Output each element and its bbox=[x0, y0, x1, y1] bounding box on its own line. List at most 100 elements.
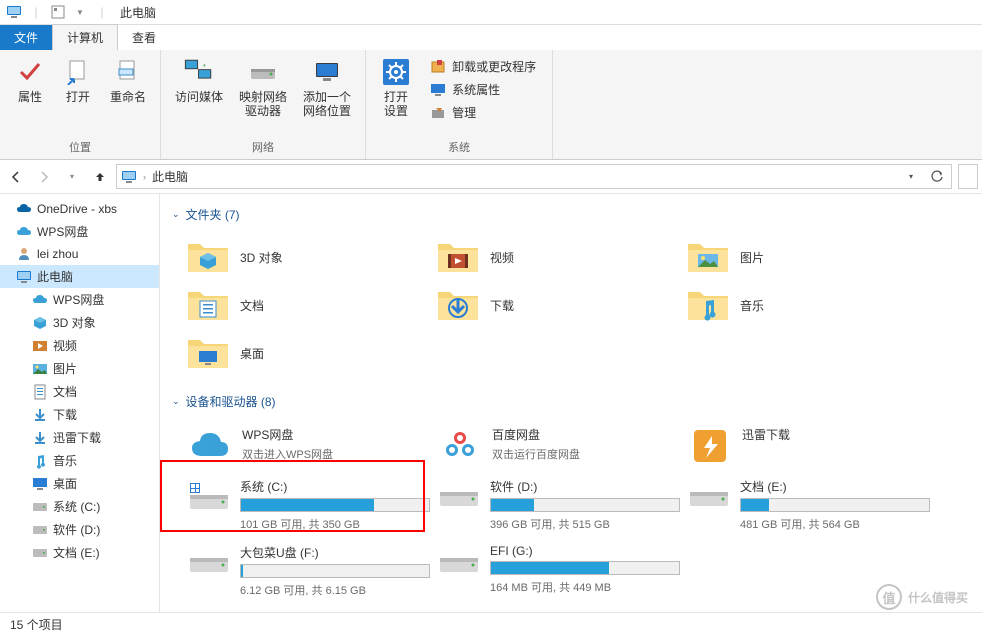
recent-dropdown[interactable]: ▾ bbox=[60, 165, 84, 189]
drive-icon bbox=[438, 478, 480, 518]
folder-desktop[interactable]: 桌面 bbox=[182, 329, 432, 377]
drive-f[interactable]: 大包菜U盘 (F:) 6.12 GB 可用, 共 6.15 GB bbox=[182, 538, 432, 604]
folder-music[interactable]: 音乐 bbox=[682, 281, 932, 329]
checkmark-icon bbox=[14, 56, 46, 88]
pc-icon bbox=[4, 2, 24, 22]
add-location-button[interactable]: 添加一个 网络位置 bbox=[297, 54, 357, 120]
status-bar: 15 个项目 bbox=[0, 612, 982, 636]
drive-icon bbox=[688, 478, 730, 518]
tree-sub-xunlei[interactable]: 迅雷下载 bbox=[0, 426, 159, 449]
tree-sub-wps[interactable]: WPS网盘 bbox=[0, 288, 159, 311]
chevron-down-icon: ⌄ bbox=[172, 209, 180, 220]
pc-icon bbox=[121, 169, 137, 185]
drive-wps[interactable]: WPS网盘双击进入WPS网盘 bbox=[182, 420, 432, 472]
tab-file[interactable]: 文件 bbox=[0, 25, 52, 50]
folder-icon bbox=[686, 237, 730, 277]
baidu-icon bbox=[438, 426, 482, 466]
folder-icon bbox=[186, 237, 230, 277]
folder-icon bbox=[436, 285, 480, 325]
tree-sub-videos[interactable]: 视频 bbox=[0, 334, 159, 357]
properties-button[interactable]: 属性 bbox=[8, 54, 52, 106]
tree-thispc[interactable]: 此电脑 bbox=[0, 265, 159, 288]
watermark-icon: 值 bbox=[876, 584, 902, 610]
tree-sub-c[interactable]: 系统 (C:) bbox=[0, 495, 159, 518]
chevron-down-icon: ⌄ bbox=[172, 396, 180, 407]
uninstall-icon bbox=[430, 59, 446, 75]
tree-sub-docs[interactable]: 文档 bbox=[0, 380, 159, 403]
back-button[interactable] bbox=[4, 165, 28, 189]
content-pane: ⌄ 文件夹 (7) 3D 对象 视频 图片 文档 下载 音乐 桌面 ⌄ 设备和驱… bbox=[160, 194, 982, 612]
tree-sub-3d[interactable]: 3D 对象 bbox=[0, 311, 159, 334]
user-icon bbox=[16, 246, 32, 262]
drive-c[interactable]: 系统 (C:) 101 GB 可用, 共 350 GB bbox=[182, 472, 432, 538]
folder-icon bbox=[686, 285, 730, 325]
ribbon: 属性 打开 重命名 位置 访问媒体 映射网络 驱动器 bbox=[0, 50, 982, 160]
rename-button[interactable]: 重命名 bbox=[104, 54, 152, 106]
qat-divider: | bbox=[92, 2, 112, 22]
drive-e[interactable]: 文档 (E:) 481 GB 可用, 共 564 GB bbox=[682, 472, 932, 538]
tab-view[interactable]: 查看 bbox=[118, 25, 170, 50]
folders-header[interactable]: ⌄ 文件夹 (7) bbox=[172, 202, 970, 227]
folder-icon bbox=[186, 333, 230, 373]
tree-sub-e[interactable]: 文档 (E:) bbox=[0, 541, 159, 564]
system-properties-button[interactable]: 系统属性 bbox=[424, 79, 542, 100]
monitor-icon bbox=[311, 56, 343, 88]
folder-3d[interactable]: 3D 对象 bbox=[182, 233, 432, 281]
address-field[interactable]: › 此电脑 ▾ bbox=[116, 164, 952, 189]
drive-icon bbox=[32, 522, 48, 538]
open-button[interactable]: 打开 bbox=[56, 54, 100, 106]
menu-tabs: 文件 计算机 查看 bbox=[0, 25, 982, 50]
open-icon bbox=[62, 56, 94, 88]
drive-icon bbox=[438, 544, 480, 584]
access-media-button[interactable]: 访问媒体 bbox=[169, 54, 229, 106]
address-text: 此电脑 bbox=[152, 168, 895, 185]
tree-onedrive[interactable]: OneDrive - xbs bbox=[0, 198, 159, 220]
forward-button[interactable] bbox=[32, 165, 56, 189]
drive-d[interactable]: 软件 (D:) 396 GB 可用, 共 515 GB bbox=[432, 472, 682, 538]
drive-g[interactable]: EFI (G:) 164 MB 可用, 共 449 MB bbox=[432, 538, 682, 604]
address-bar: ▾ › 此电脑 ▾ bbox=[0, 160, 982, 194]
properties-icon[interactable] bbox=[48, 2, 68, 22]
tree-sub-desktop[interactable]: 桌面 bbox=[0, 472, 159, 495]
folder-icon bbox=[186, 285, 230, 325]
map-drive-button[interactable]: 映射网络 驱动器 bbox=[233, 54, 293, 120]
uninstall-button[interactable]: 卸载或更改程序 bbox=[424, 56, 542, 77]
drive-icon bbox=[247, 56, 279, 88]
folder-docs[interactable]: 文档 bbox=[182, 281, 432, 329]
watermark: 值 什么值得买 bbox=[876, 584, 968, 610]
xunlei-icon bbox=[688, 426, 732, 466]
folder-pictures[interactable]: 图片 bbox=[682, 233, 932, 281]
open-settings-button[interactable]: 打开 设置 bbox=[374, 54, 418, 120]
cloud-icon bbox=[32, 292, 48, 308]
drive-icon bbox=[32, 499, 48, 515]
manage-button[interactable]: 管理 bbox=[424, 102, 542, 123]
download-icon bbox=[32, 407, 48, 423]
folder-videos[interactable]: 视频 bbox=[432, 233, 682, 281]
drives-header[interactable]: ⌄ 设备和驱动器 (8) bbox=[172, 389, 970, 414]
tab-computer[interactable]: 计算机 bbox=[52, 24, 118, 50]
refresh-button[interactable] bbox=[927, 170, 947, 184]
ribbon-group-system: 打开 设置 卸载或更改程序 系统属性 管理 系统 bbox=[366, 50, 553, 159]
qat-dropdown-icon[interactable]: ▼ bbox=[70, 2, 90, 22]
tree-wps[interactable]: WPS网盘 bbox=[0, 220, 159, 243]
music-icon bbox=[32, 453, 48, 469]
address-dropdown[interactable]: ▾ bbox=[901, 172, 921, 181]
gear-icon bbox=[380, 56, 412, 88]
cloud-icon bbox=[16, 224, 32, 240]
tree-sub-pictures[interactable]: 图片 bbox=[0, 357, 159, 380]
tree-user[interactable]: lei zhou bbox=[0, 243, 159, 265]
drive-baidu[interactable]: 百度网盘双击运行百度网盘 bbox=[432, 420, 682, 472]
search-box[interactable] bbox=[958, 164, 978, 189]
cloud-icon bbox=[16, 201, 32, 217]
tree-sub-downloads[interactable]: 下载 bbox=[0, 403, 159, 426]
ribbon-group-location: 属性 打开 重命名 位置 bbox=[0, 50, 161, 159]
tree-sub-d[interactable]: 软件 (D:) bbox=[0, 518, 159, 541]
doc-icon bbox=[32, 384, 48, 400]
picture-icon bbox=[32, 361, 48, 377]
drive-xunlei[interactable]: 迅雷下载 bbox=[682, 420, 932, 472]
tree-sub-music[interactable]: 音乐 bbox=[0, 449, 159, 472]
up-button[interactable] bbox=[88, 165, 112, 189]
folder-downloads[interactable]: 下载 bbox=[432, 281, 682, 329]
cube-icon bbox=[32, 315, 48, 331]
drive-icon bbox=[188, 544, 230, 584]
